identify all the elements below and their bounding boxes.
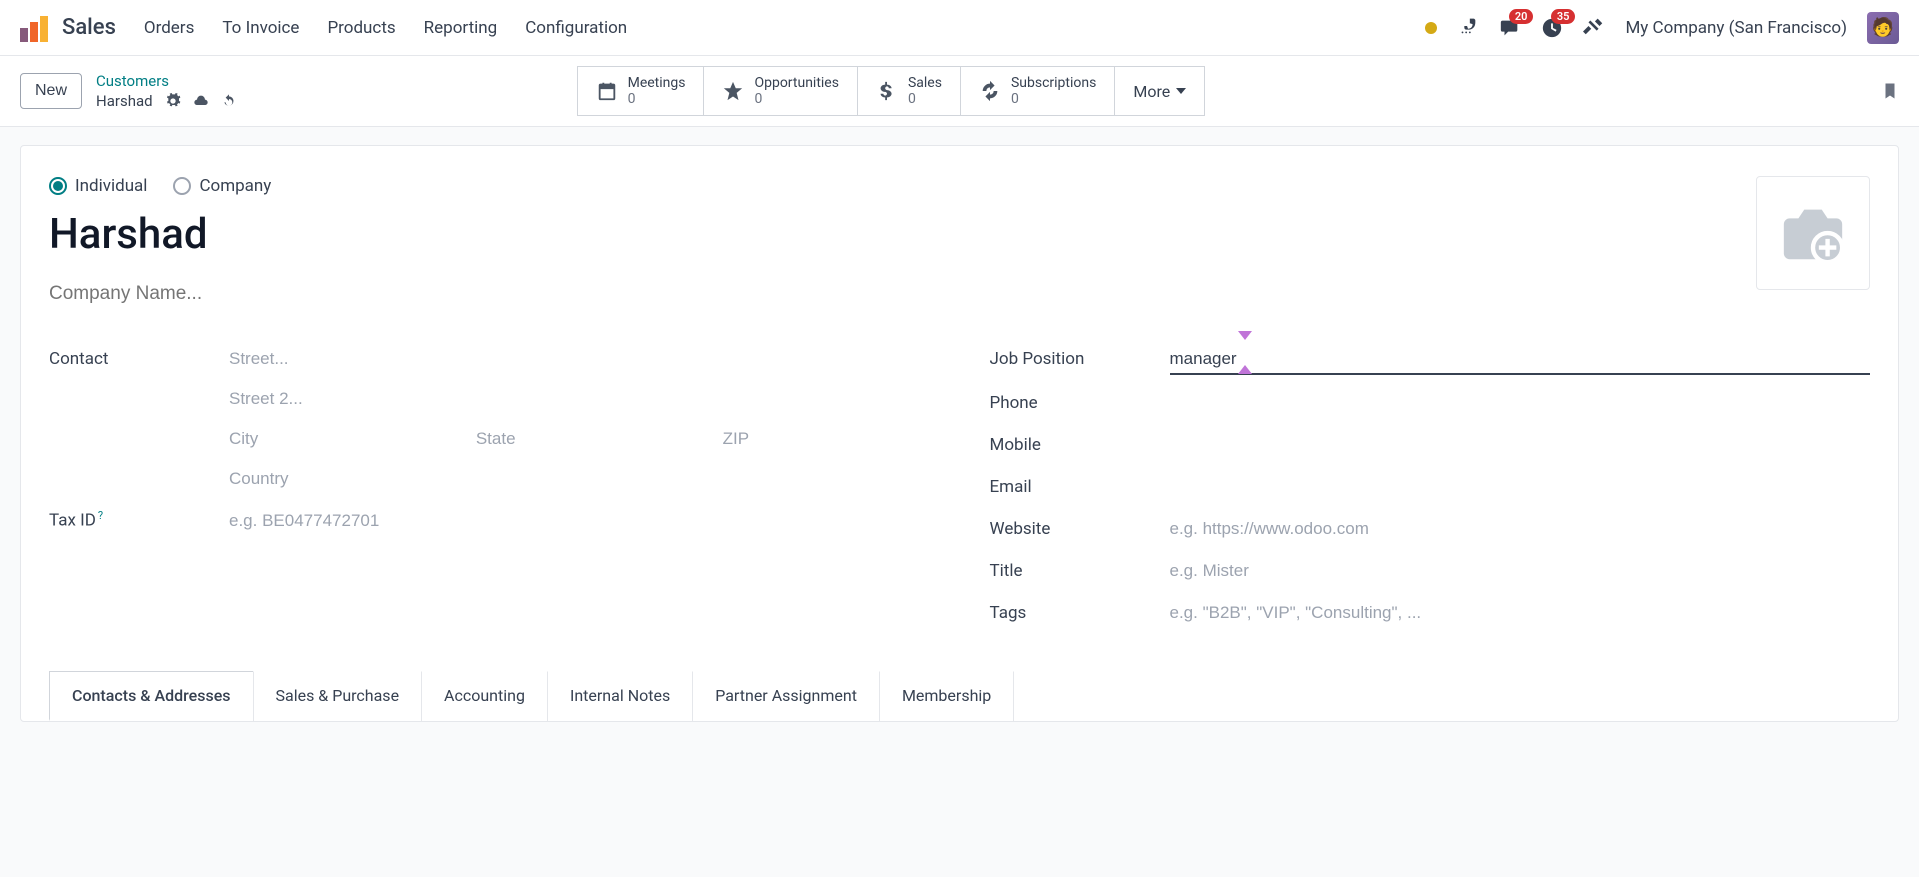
tags-input[interactable]: [1170, 599, 1871, 627]
app-name[interactable]: Sales: [62, 15, 116, 40]
menu-configuration[interactable]: Configuration: [525, 18, 627, 38]
stat-buttons: Meetings 0 Opportunities 0 Sales 0 Subsc…: [577, 66, 1206, 116]
notebook-tabs: Contacts & Addresses Sales & Purchase Ac…: [49, 671, 1870, 721]
stat-count: 0: [754, 91, 839, 107]
status-dot[interactable]: [1425, 22, 1437, 34]
stat-count: 0: [908, 91, 942, 107]
taxid-label: Tax ID?: [49, 509, 229, 531]
tab-membership[interactable]: Membership: [879, 671, 1014, 721]
website-label: Website: [990, 519, 1170, 539]
right-column: Job Position Phone Mobile Email Website: [990, 345, 1871, 641]
chevron-down-icon: [1176, 88, 1186, 94]
activities-badge: 35: [1551, 9, 1576, 24]
stat-opportunities[interactable]: Opportunities 0: [704, 66, 858, 116]
stat-count: 0: [628, 91, 686, 107]
email-input[interactable]: [1170, 473, 1871, 501]
image-upload[interactable]: [1756, 176, 1870, 290]
discard-icon[interactable]: [221, 93, 237, 109]
tab-contacts-addresses[interactable]: Contacts & Addresses: [49, 671, 254, 721]
taxid-input[interactable]: [229, 507, 930, 535]
messages-icon[interactable]: 20: [1499, 17, 1521, 39]
company-selector[interactable]: My Company (San Francisco): [1625, 18, 1847, 38]
messages-badge: 20: [1509, 9, 1534, 24]
tab-sales-purchase[interactable]: Sales & Purchase: [253, 671, 423, 721]
radio-company[interactable]: Company: [173, 176, 271, 196]
refresh-icon: [979, 80, 1001, 102]
stat-label: Subscriptions: [1011, 75, 1096, 91]
contact-label: Contact: [49, 349, 229, 369]
title-input[interactable]: [1170, 557, 1871, 585]
record-name[interactable]: Harshad: [49, 210, 1870, 259]
stat-meetings[interactable]: Meetings 0: [577, 66, 705, 116]
menu-orders[interactable]: Orders: [144, 18, 194, 38]
phone-input[interactable]: [1170, 389, 1871, 417]
zip-input[interactable]: [723, 425, 930, 453]
menu-products[interactable]: Products: [327, 18, 395, 38]
phone-icon[interactable]: [1457, 15, 1479, 41]
gear-icon[interactable]: [165, 93, 181, 109]
action-bar: New Customers Harshad Meetings 0 Opportu…: [0, 56, 1919, 127]
bookmark-icon[interactable]: [1881, 79, 1899, 103]
stat-label: Sales: [908, 75, 942, 91]
radio-individual[interactable]: Individual: [49, 176, 147, 196]
more-label: More: [1133, 82, 1170, 101]
stat-subscriptions[interactable]: Subscriptions 0: [961, 66, 1115, 116]
tools-icon[interactable]: [1583, 15, 1605, 41]
stat-label: Meetings: [628, 75, 686, 91]
radio-company-label: Company: [199, 176, 271, 196]
contact-type-radios: Individual Company: [49, 176, 1870, 196]
cloud-save-icon[interactable]: [193, 93, 209, 109]
calendar-icon: [596, 80, 618, 102]
phone-label: Phone: [990, 393, 1170, 413]
company-name-input[interactable]: [49, 279, 449, 309]
title-label: Title: [990, 561, 1170, 581]
breadcrumb-current: Harshad: [96, 92, 153, 110]
street-input[interactable]: [229, 345, 930, 373]
tab-partner-assignment[interactable]: Partner Assignment: [692, 671, 880, 721]
user-avatar[interactable]: 🧑: [1867, 12, 1899, 44]
activities-icon[interactable]: 35: [1541, 17, 1563, 39]
camera-icon: [1778, 198, 1848, 268]
stat-sales[interactable]: Sales 0: [858, 66, 961, 116]
job-position-label: Job Position: [990, 349, 1170, 369]
dollar-icon: [876, 80, 898, 102]
country-input[interactable]: [229, 465, 930, 493]
more-button[interactable]: More: [1115, 66, 1205, 116]
new-button[interactable]: New: [20, 73, 82, 109]
stat-count: 0: [1011, 91, 1096, 107]
app-logo[interactable]: [20, 14, 48, 42]
street2-input[interactable]: [229, 385, 930, 413]
star-icon: [722, 80, 744, 102]
job-position-input[interactable]: [1170, 345, 1871, 375]
menu-reporting[interactable]: Reporting: [424, 18, 498, 38]
top-menu: Orders To Invoice Products Reporting Con…: [144, 18, 627, 38]
tags-label: Tags: [990, 603, 1170, 623]
state-input[interactable]: [476, 425, 683, 453]
help-icon[interactable]: ?: [98, 509, 103, 522]
tab-internal-notes[interactable]: Internal Notes: [547, 671, 693, 721]
website-input[interactable]: [1170, 515, 1871, 543]
form-sheet: Individual Company Harshad Contact: [20, 145, 1899, 722]
radio-individual-label: Individual: [75, 176, 147, 196]
city-input[interactable]: [229, 425, 436, 453]
mobile-label: Mobile: [990, 435, 1170, 455]
stat-label: Opportunities: [754, 75, 839, 91]
breadcrumb-parent[interactable]: Customers: [96, 72, 237, 90]
tab-accounting[interactable]: Accounting: [421, 671, 548, 721]
mobile-input[interactable]: [1170, 431, 1871, 459]
left-column: Contact Tax ID?: [49, 345, 930, 641]
email-label: Email: [990, 477, 1170, 497]
menu-to-invoice[interactable]: To Invoice: [222, 18, 299, 38]
breadcrumb: Customers Harshad: [96, 72, 237, 110]
topbar: Sales Orders To Invoice Products Reporti…: [0, 0, 1919, 56]
